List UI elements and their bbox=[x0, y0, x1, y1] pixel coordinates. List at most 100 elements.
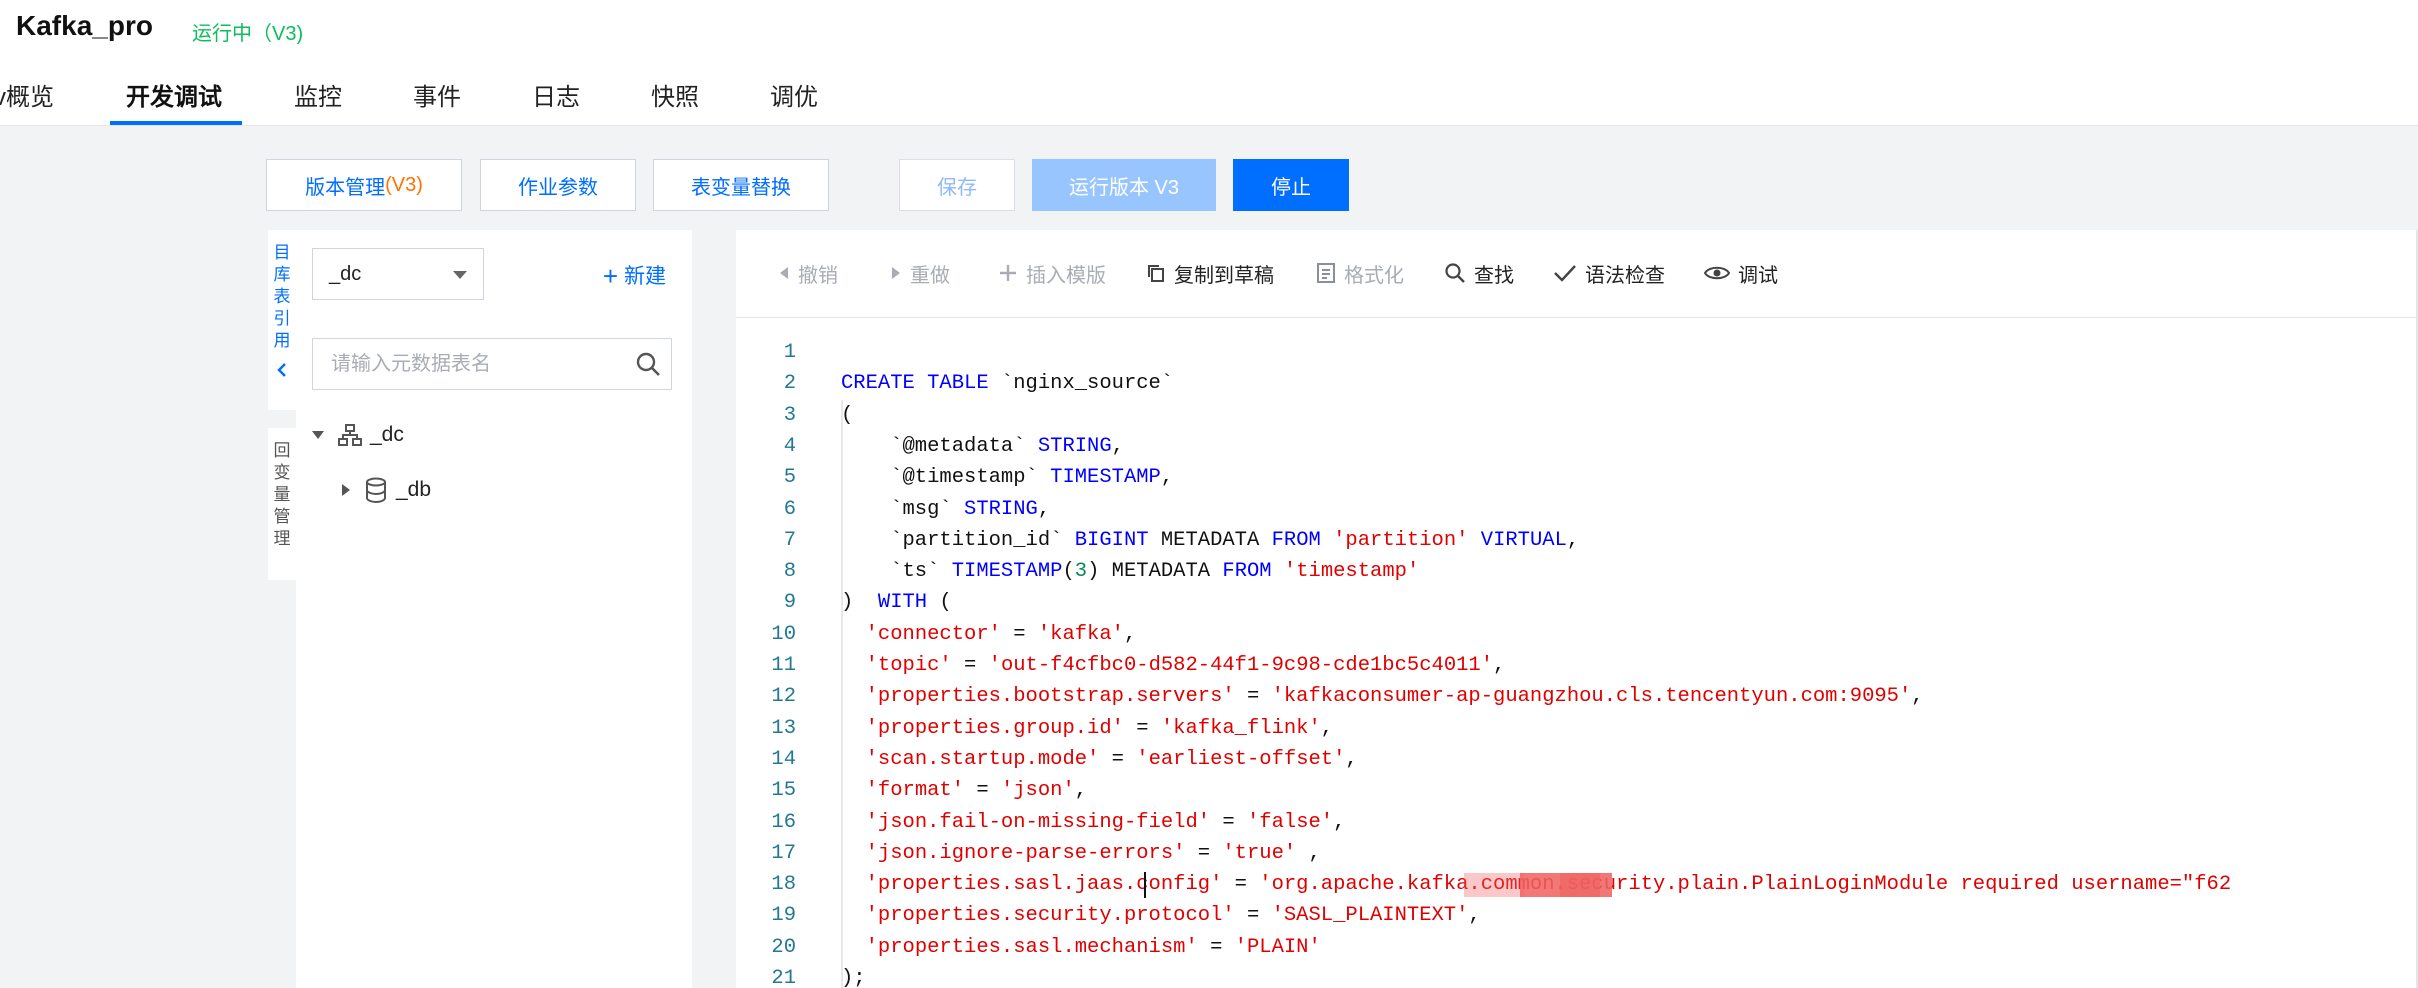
tab-dev-debug[interactable]: 开发调试 bbox=[126, 78, 222, 126]
tab-tuning[interactable]: 调优 bbox=[770, 78, 818, 126]
line-number: 21 bbox=[771, 967, 796, 988]
code-token: = bbox=[1210, 810, 1247, 834]
redo-label: 重做 bbox=[910, 264, 950, 287]
strip-char: 目 bbox=[273, 243, 291, 262]
code-token: = bbox=[1099, 747, 1137, 771]
insert-template-button[interactable]: 插入模版 bbox=[998, 258, 1106, 288]
app-title: Kafka_pro bbox=[16, 10, 153, 41]
code-token: TIMESTAMP bbox=[1050, 466, 1161, 490]
tab-events[interactable]: 事件 bbox=[413, 78, 461, 126]
checkmark-icon bbox=[1554, 265, 1576, 282]
undo-icon bbox=[780, 267, 788, 279]
code-token: FROM bbox=[1271, 528, 1321, 552]
strip-char: 表 bbox=[273, 287, 291, 306]
code-text: 'properties.group.id' = 'kafka_flink', bbox=[841, 713, 1334, 744]
code-token: 'properties.group.id' bbox=[865, 716, 1124, 740]
code-token: , bbox=[1333, 810, 1346, 834]
table-var-replace-button[interactable]: 表变量替换 bbox=[653, 159, 829, 211]
code-text: 'properties.security.protocol' = 'SASL_P… bbox=[841, 900, 1481, 931]
tab-monitor[interactable]: 监控 bbox=[294, 78, 342, 126]
tree-node-catalog[interactable]: _dc bbox=[312, 418, 404, 452]
new-button-label: 新建 bbox=[624, 265, 666, 288]
version-tag: (V3) bbox=[385, 173, 423, 196]
code-token: 'true' bbox=[1222, 841, 1297, 865]
code-text: 'properties.bootstrap.servers' = 'kafkac… bbox=[841, 681, 1924, 712]
line-number: 16 bbox=[771, 810, 796, 834]
search-icon bbox=[1445, 263, 1465, 283]
code-token: 'format' bbox=[865, 779, 965, 803]
code-token: STRING bbox=[1037, 434, 1112, 458]
redo-button[interactable]: 重做 bbox=[890, 258, 950, 288]
save-button[interactable]: 保存 bbox=[899, 159, 1015, 211]
syntax-check-label: 语法检查 bbox=[1585, 264, 1665, 287]
line-number: 19 bbox=[771, 904, 796, 928]
document-format-icon bbox=[1317, 263, 1335, 283]
code-token: = bbox=[1185, 841, 1223, 865]
code-token: 'json.ignore-parse-errors' bbox=[865, 841, 1186, 865]
strip-char: 回 bbox=[273, 441, 291, 460]
metadata-search-input[interactable] bbox=[312, 338, 672, 390]
line-number: 10 bbox=[771, 622, 796, 646]
code-editor[interactable]: 1 2 CREATE TABLE `nginx_source` 3(4 `@metad… bbox=[736, 319, 2418, 988]
format-button[interactable]: 格式化 bbox=[1316, 258, 1404, 288]
code-token: 'out-f4cfbc0-d582-44f1-9c98-cde1bc5c4011… bbox=[988, 654, 1494, 677]
tab-logs[interactable]: 日志 bbox=[532, 78, 580, 126]
indent-guide bbox=[841, 399, 843, 988]
code-token: 'partition' bbox=[1333, 528, 1469, 552]
sql-editor-panel: 撤销 重做 插入模版 复制到草稿 格式化 查找 语法检查 调试 1 2 CREA… bbox=[736, 230, 2418, 988]
code-token: = bbox=[951, 654, 989, 677]
code-token: 'kafkaconsumer-ap-guangzhou.cls.tencenty… bbox=[1271, 685, 1912, 709]
job-params-button[interactable]: 作业参数 bbox=[480, 159, 636, 211]
tree-node-label: _db bbox=[396, 478, 432, 501]
code-text: `msg` STRING, bbox=[841, 494, 1050, 525]
code-token: , bbox=[1493, 654, 1506, 677]
run-version-button[interactable]: 运行版本 V3 bbox=[1032, 159, 1216, 211]
debug-label: 调试 bbox=[1738, 264, 1778, 287]
tree-node-database[interactable]: _db bbox=[342, 473, 431, 507]
code-token: 'timestamp' bbox=[1283, 560, 1420, 584]
database-select-value: _dc bbox=[329, 263, 362, 285]
line-number: 17 bbox=[771, 841, 796, 865]
code-token: CREATE TABLE bbox=[841, 372, 1001, 396]
stop-button[interactable]: 停止 bbox=[1233, 159, 1349, 211]
new-button[interactable]: + 新建 bbox=[603, 260, 666, 292]
code-token: , bbox=[1566, 528, 1580, 552]
copy-to-draft-button[interactable]: 复制到草稿 bbox=[1146, 258, 1274, 288]
code-token: TIMESTAMP bbox=[951, 560, 1063, 584]
find-button[interactable]: 查找 bbox=[1444, 258, 1514, 288]
db-table-reference-tab[interactable]: 目 库 表 引 用 bbox=[268, 230, 296, 410]
debug-button[interactable]: 调试 bbox=[1704, 258, 1778, 288]
caret-down-icon bbox=[453, 271, 467, 279]
undo-button[interactable]: 撤销 bbox=[778, 258, 838, 288]
version-management-button[interactable]: 版本管理 (V3) bbox=[266, 159, 462, 211]
redaction-mark bbox=[1464, 873, 1524, 898]
code-token: 'earliest-offset' bbox=[1136, 747, 1346, 771]
format-label: 格式化 bbox=[1344, 264, 1404, 287]
code-token: , bbox=[1074, 779, 1088, 803]
code-token: 'scan.startup.mode' bbox=[865, 747, 1100, 771]
code-token: 'kafka_flink' bbox=[1160, 716, 1321, 740]
search-icon[interactable] bbox=[634, 350, 662, 378]
database-select[interactable]: _dc bbox=[312, 248, 484, 300]
syntax-check-button[interactable]: 语法检查 bbox=[1553, 258, 1665, 288]
code-token: 'properties.sasl.jaas.config' bbox=[865, 873, 1223, 897]
code-token: 'org.apache.kafka.common.security.plain.… bbox=[1259, 873, 2232, 897]
variable-management-tab[interactable]: 回 变 量 管 理 bbox=[268, 428, 296, 580]
redo-icon bbox=[892, 267, 900, 279]
code-token: , bbox=[1111, 434, 1124, 458]
code-token: 'topic' bbox=[865, 654, 952, 677]
metadata-panel: _dc + 新建 _dc _db bbox=[296, 230, 692, 988]
code-token: STRING bbox=[964, 497, 1038, 521]
code-text: 'scan.startup.mode' = 'earliest-offset', bbox=[841, 744, 1358, 775]
tab-snapshots[interactable]: 快照 bbox=[651, 78, 699, 126]
find-label: 查找 bbox=[1474, 264, 1514, 287]
tab-overview[interactable]: v概览 bbox=[0, 78, 54, 126]
code-token: = bbox=[1123, 716, 1161, 740]
code-token: 'properties.sasl.mechanism' bbox=[865, 935, 1198, 959]
